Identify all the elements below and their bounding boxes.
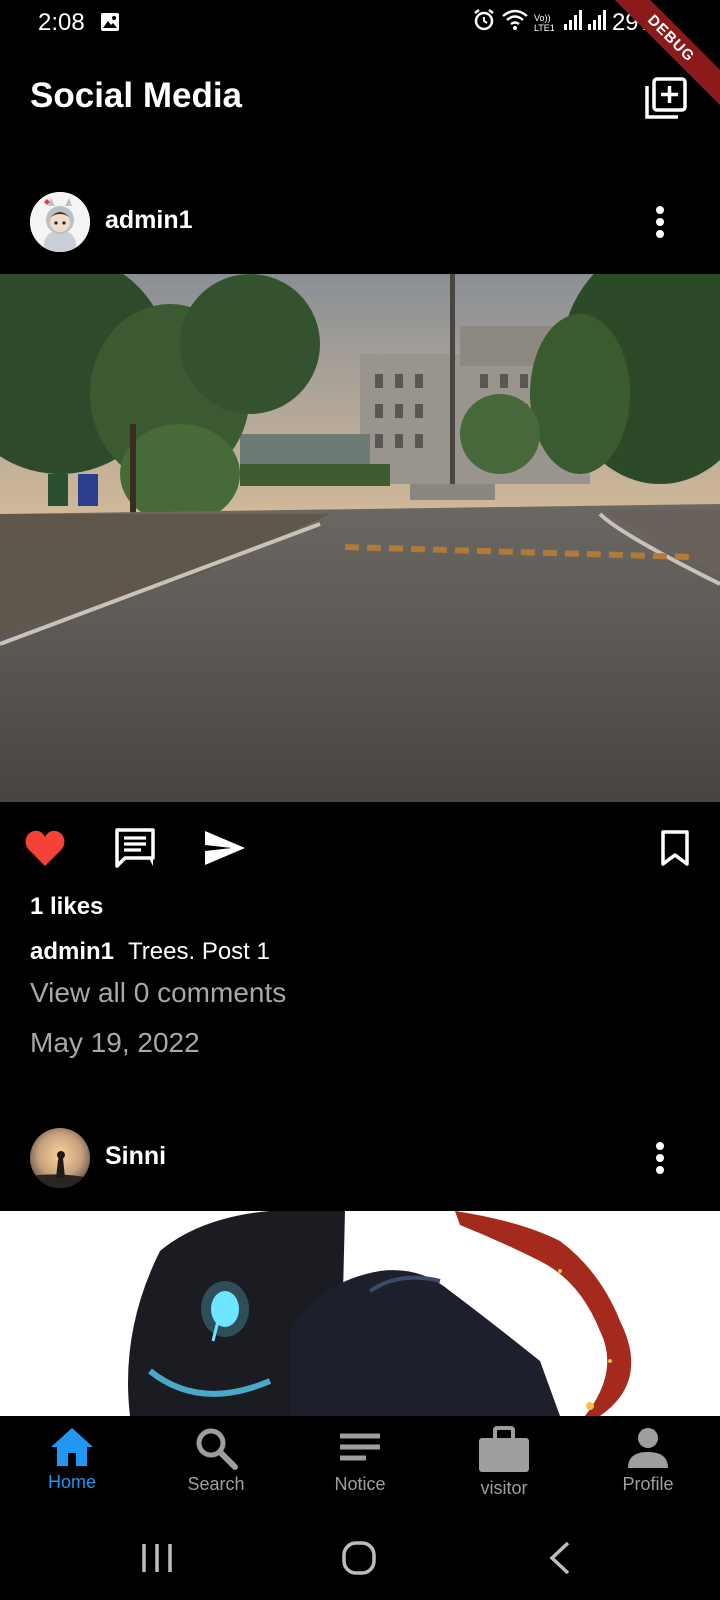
post-options-button[interactable] (640, 1138, 680, 1178)
view-comments-link[interactable]: View all 0 comments (30, 977, 286, 1009)
recent-apps-button[interactable] (127, 1536, 187, 1580)
home-system-button[interactable] (329, 1536, 389, 1580)
nav-label: Search (187, 1474, 245, 1494)
recents-icon (142, 1544, 172, 1572)
like-button[interactable] (21, 824, 69, 872)
bookmark-button[interactable] (651, 824, 699, 872)
app-bar: Social Media (0, 46, 720, 150)
comment-icon (115, 828, 155, 868)
comment-button[interactable] (111, 824, 159, 872)
likes-count[interactable]: 1 likes (30, 893, 103, 921)
post-header: admin1 (0, 182, 720, 262)
nav-label: visitor (480, 1478, 528, 1498)
nav-home[interactable]: Home (0, 1416, 144, 1516)
send-icon (205, 831, 245, 865)
alarm-icon (472, 8, 496, 37)
wifi-icon (502, 9, 528, 36)
nav-notice[interactable]: Notice (288, 1416, 432, 1516)
post-image[interactable] (0, 274, 720, 802)
page-title: Social Media (30, 76, 243, 115)
campus-road-photo (0, 274, 720, 802)
status-bar: 2:08 Vo)) LTE1 29% DEBUG (0, 0, 720, 108)
post-actions (0, 820, 720, 876)
network-label: Vo)) LTE1 (533, 12, 555, 33)
nav-search[interactable]: Search (144, 1416, 288, 1516)
person-icon (628, 1428, 668, 1468)
back-chevron-icon (549, 1541, 570, 1575)
heart-icon (25, 830, 65, 866)
more-vert-icon (656, 1142, 664, 1174)
add-post-button[interactable] (644, 76, 688, 120)
anime-artwork (128, 1211, 632, 1416)
gallery-notification-icon (100, 12, 120, 37)
post-caption: admin1 Trees. Post 1 (30, 938, 270, 966)
back-button[interactable] (530, 1536, 590, 1580)
add-box-icon (645, 77, 687, 119)
system-navigation-bar (0, 1516, 720, 1600)
notice-icon (340, 1433, 380, 1461)
post-username[interactable]: Sinni (105, 1142, 166, 1171)
home-icon (51, 1428, 93, 1466)
caption-username[interactable]: admin1 (30, 938, 114, 965)
nav-profile[interactable]: Profile (576, 1416, 720, 1516)
status-time: 2:08 (38, 9, 85, 36)
battery-percent: 29% (611, 8, 660, 36)
nav-label: Profile (622, 1474, 674, 1494)
bottom-navigation: Home Search Notice visitor Profile (0, 1416, 720, 1516)
post-header: Sinni (0, 1118, 720, 1198)
more-vert-icon (656, 206, 664, 238)
bookmark-icon (661, 830, 689, 866)
post-image[interactable] (0, 1211, 720, 1416)
signal-icon-1 (563, 10, 582, 35)
nav-label: Home (47, 1472, 96, 1492)
home-circle-icon (342, 1541, 376, 1575)
search-icon (196, 1428, 238, 1470)
nav-label: Notice (334, 1474, 386, 1494)
post-options-button[interactable] (640, 202, 680, 242)
status-icons: Vo)) LTE1 29% (472, 8, 660, 37)
briefcase-icon (479, 1426, 529, 1472)
nav-visitor[interactable]: visitor (432, 1416, 576, 1516)
share-button[interactable] (201, 824, 249, 872)
post-username[interactable]: admin1 (105, 206, 193, 235)
post-date: May 19, 2022 (30, 1027, 200, 1058)
avatar[interactable] (30, 1128, 90, 1188)
avatar[interactable] (30, 192, 90, 252)
caption-text: Trees. Post 1 (128, 938, 270, 965)
signal-icon-2 (587, 10, 606, 35)
